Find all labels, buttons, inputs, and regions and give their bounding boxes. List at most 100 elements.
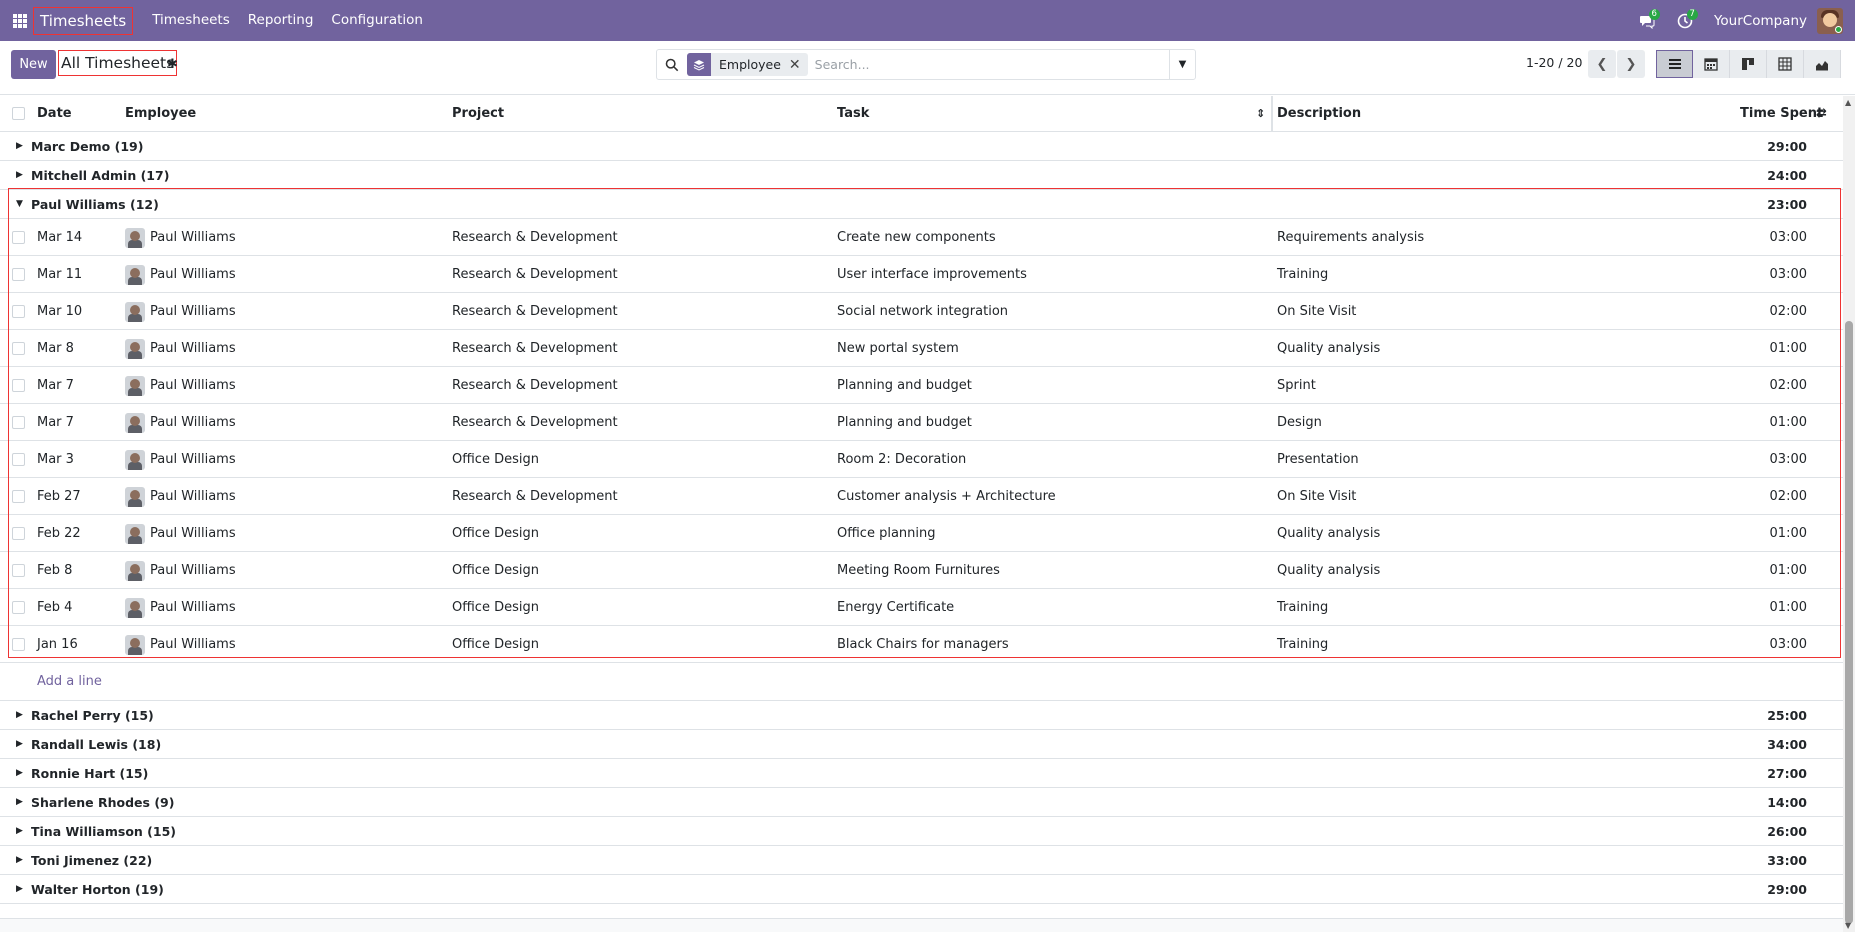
cell-description: Training: [1277, 267, 1329, 282]
company-switcher[interactable]: YourCompany: [1704, 13, 1817, 29]
group-row[interactable]: ▶ Randall Lewis (18) 34:00: [0, 730, 1845, 759]
cell-task: Room 2: Decoration: [837, 452, 967, 467]
table-row[interactable]: Feb 27 Paul Williams Research & Developmen…: [0, 478, 1845, 515]
cell-date: Feb 8: [37, 563, 73, 578]
scroll-down-icon[interactable]: ▼: [1845, 921, 1851, 930]
close-icon[interactable]: ✕: [789, 57, 808, 73]
scroll-up-icon[interactable]: ▲: [1845, 98, 1851, 107]
add-line-row: Add a line: [0, 663, 1845, 701]
view-switcher: [1656, 50, 1841, 78]
cell-task: Energy Certificate: [837, 600, 955, 615]
header-date[interactable]: Date: [37, 96, 72, 132]
cell-description: Training: [1277, 637, 1329, 652]
pivot-view-button[interactable]: [1767, 50, 1804, 78]
user-avatar[interactable]: [1817, 7, 1843, 34]
new-button[interactable]: New: [11, 50, 56, 79]
employee-avatar: [125, 635, 145, 655]
cell-description: Training: [1277, 600, 1329, 615]
row-checkbox[interactable]: [12, 305, 25, 318]
group-total: 24:00: [1767, 168, 1807, 183]
pager-next-button[interactable]: ❯: [1617, 50, 1645, 78]
group-row[interactable]: ▶ Rachel Perry (15) 25:00: [0, 701, 1845, 730]
cell-description: On Site Visit: [1277, 489, 1357, 504]
select-all-checkbox[interactable]: [12, 107, 25, 120]
row-checkbox[interactable]: [12, 490, 25, 503]
table-row[interactable]: Jan 16 Paul Williams Office Design Black Ch…: [0, 626, 1845, 663]
column-resize-handle[interactable]: [1271, 96, 1273, 132]
table-row[interactable]: Feb 22 Paul Williams Office Design Office p…: [0, 515, 1845, 552]
vertical-scrollbar[interactable]: ▲ ▼: [1843, 96, 1855, 932]
optional-columns-icon[interactable]: ⇄: [1816, 96, 1827, 132]
table-row[interactable]: Mar 8 Paul Williams Research & Development…: [0, 330, 1845, 367]
search-icon[interactable]: [657, 58, 687, 72]
kanban-view-button[interactable]: [1730, 50, 1767, 78]
table-row[interactable]: Mar 11 Paul Williams Research & Developmen…: [0, 256, 1845, 293]
scrollbar-thumb[interactable]: [1845, 321, 1853, 924]
row-checkbox[interactable]: [12, 379, 25, 392]
row-checkbox[interactable]: [12, 527, 25, 540]
row-checkbox[interactable]: [12, 342, 25, 355]
cell-description: Design: [1277, 415, 1322, 430]
row-checkbox[interactable]: [12, 268, 25, 281]
cell-time-spent: 01:00: [1769, 563, 1807, 578]
row-checkbox[interactable]: [12, 638, 25, 651]
group-row[interactable]: ▶ Sharlene Rhodes (9) 14:00: [0, 788, 1845, 817]
cell-project: Research & Development: [452, 415, 618, 430]
cell-description: Requirements analysis: [1277, 230, 1425, 245]
header-time-spent[interactable]: Time Spent: [1740, 96, 1823, 132]
list-view-button[interactable]: [1656, 50, 1693, 78]
caret-right-icon: ▶: [16, 797, 23, 807]
group-row[interactable]: ▶ Ronnie Hart (15) 27:00: [0, 759, 1845, 788]
messages-button[interactable]: 6: [1628, 0, 1666, 41]
pager-previous-button[interactable]: ❮: [1588, 50, 1616, 78]
table-row[interactable]: Feb 8 Paul Williams Office Design Meeting R…: [0, 552, 1845, 589]
activities-button[interactable]: 7: [1666, 0, 1704, 41]
cell-description: Sprint: [1277, 378, 1316, 393]
cell-date: Jan 16: [37, 637, 78, 652]
caret-right-icon: ▶: [16, 141, 23, 151]
add-line-link[interactable]: Add a line: [37, 663, 102, 701]
gear-icon[interactable]: ✱: [167, 57, 178, 72]
graph-view-button[interactable]: [1804, 50, 1841, 78]
row-checkbox[interactable]: [12, 231, 25, 244]
header-employee[interactable]: Employee: [125, 96, 196, 132]
caret-right-icon: ▶: [16, 884, 23, 894]
search-input[interactable]: [814, 57, 1169, 72]
table-header: Date Employee Project Task ⇕ Description…: [0, 96, 1845, 132]
group-row-open[interactable]: ▼ Paul Williams (12) 23:00: [0, 190, 1845, 219]
group-row[interactable]: ▶ Marc Demo (19) 29:00: [0, 132, 1845, 161]
group-name: Rachel Perry (15): [31, 708, 154, 723]
row-checkbox[interactable]: [12, 601, 25, 614]
header-project[interactable]: Project: [452, 96, 504, 132]
header-task[interactable]: Task: [837, 96, 869, 132]
menu-configuration[interactable]: Configuration: [322, 0, 432, 41]
group-row[interactable]: ▶ Toni Jimenez (22) 33:00: [0, 846, 1845, 875]
group-row[interactable]: ▶ Mitchell Admin (17) 24:00: [0, 161, 1845, 190]
menu-timesheets[interactable]: Timesheets: [143, 0, 239, 41]
app-brand[interactable]: Timesheets: [33, 6, 134, 35]
cell-date: Mar 8: [37, 341, 74, 356]
table-row[interactable]: Feb 4 Paul Williams Office Design Energy Ce…: [0, 589, 1845, 626]
group-row[interactable]: ▶ Tina Williamson (15) 26:00: [0, 817, 1845, 846]
cell-employee: Paul Williams: [150, 415, 236, 430]
table-row[interactable]: Mar 3 Paul Williams Office Design Room 2: D…: [0, 441, 1845, 478]
chevron-down-icon[interactable]: ▼: [1169, 50, 1195, 79]
pager-value[interactable]: 1-20 / 20: [1526, 55, 1582, 70]
calendar-view-button[interactable]: [1693, 50, 1730, 78]
table-row[interactable]: Mar 7 Paul Williams Research & Development…: [0, 404, 1845, 441]
sort-icon[interactable]: ⇕: [1256, 96, 1265, 132]
row-checkbox[interactable]: [12, 416, 25, 429]
header-description[interactable]: Description: [1277, 96, 1361, 132]
group-total: 29:00: [1767, 882, 1807, 897]
table-row[interactable]: Mar 14 Paul Williams Research & Developmen…: [0, 219, 1845, 256]
menu-reporting[interactable]: Reporting: [239, 0, 323, 41]
row-checkbox[interactable]: [12, 564, 25, 577]
table-row[interactable]: Mar 7 Paul Williams Research & Development…: [0, 367, 1845, 404]
table-row[interactable]: Mar 10 Paul Williams Research & Developmen…: [0, 293, 1845, 330]
row-checkbox[interactable]: [12, 453, 25, 466]
cell-employee: Paul Williams: [150, 230, 236, 245]
cell-description: On Site Visit: [1277, 304, 1357, 319]
group-row[interactable]: ▶ Walter Horton (19) 29:00: [0, 875, 1845, 904]
cell-description: Presentation: [1277, 452, 1359, 467]
search-bar: Employee ✕ ▼: [656, 49, 1196, 80]
